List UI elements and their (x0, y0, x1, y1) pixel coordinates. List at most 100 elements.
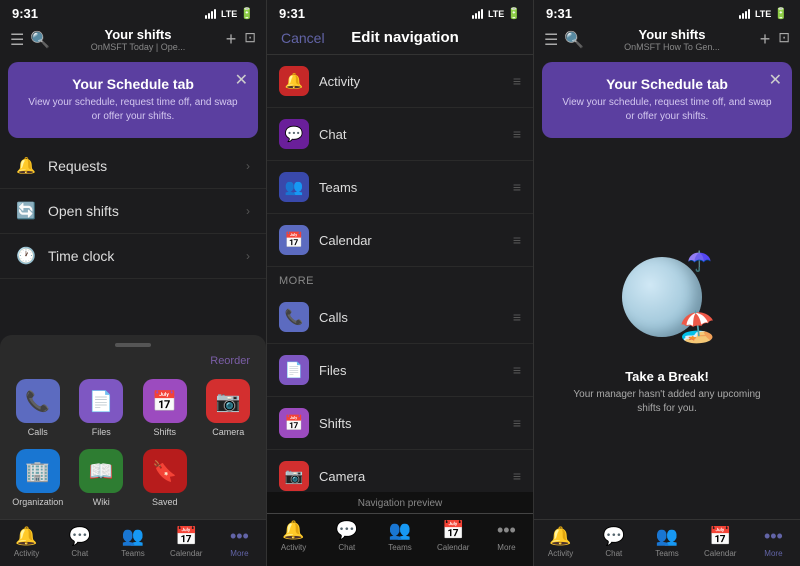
schedule-banner-1: ✕ Your Schedule tab View your schedule, … (8, 62, 258, 138)
preview-calendar-icon: 📅 (442, 520, 464, 541)
status-icons-3: LTE 🔋 (739, 7, 788, 20)
umbrella-icon: ☂️ (687, 249, 712, 274)
beach-chair-icon: 🏖️ (679, 310, 716, 345)
teams-icon-box: 👥 (279, 172, 309, 202)
title-area-3: Your shifts OnMSFT How To Gen... (590, 27, 753, 52)
screen-1: 9:31 LTE 🔋 ☰ 🔍 Your shifts OnMSFT Today … (0, 0, 267, 566)
camera-icon-box-2: 📷 (279, 461, 309, 491)
files-edit-label: Files (319, 363, 503, 378)
chat-drag[interactable]: ≡ (513, 126, 521, 142)
nav-edit-list: 🔔 Activity ≡ 💬 Chat ≡ 👥 Teams ≡ 📅 Calend… (267, 55, 533, 492)
more-section-label: MORE (267, 267, 533, 291)
menu-item-open-shifts[interactable]: 🔄 Open shifts › (0, 189, 266, 234)
nav-edit-files[interactable]: 📄 Files ≡ (267, 344, 533, 397)
edit-nav-header: Cancel Edit navigation Done (267, 23, 533, 55)
nav-calendar-3[interactable]: 📅 Calendar (694, 526, 747, 558)
screen-3: 9:31 LTE 🔋 ☰ 🔍 Your shifts OnMSFT How To… (534, 0, 800, 566)
nav-edit-chat[interactable]: 💬 Chat ≡ (267, 108, 533, 161)
app-item-shifts[interactable]: 📅 Shifts (139, 379, 191, 437)
app-item-camera[interactable]: 📷 Camera (203, 379, 255, 437)
add-button-3[interactable]: + (760, 29, 771, 50)
app-header-1: ☰ 🔍 Your shifts OnMSFT Today | Ope... + … (0, 23, 266, 56)
app-item-wiki[interactable]: 📖 Wiki (76, 449, 128, 507)
files-label: Files (92, 427, 111, 437)
banner-close-1[interactable]: ✕ (235, 70, 248, 90)
reorder-link-1[interactable]: Reorder (16, 355, 250, 367)
nav-edit-shifts[interactable]: 📅 Shifts ≡ (267, 397, 533, 450)
lte-badge: LTE (221, 9, 237, 19)
battery-icon-3: 🔋 (774, 7, 788, 20)
add-button-1[interactable]: + (226, 29, 237, 50)
saved-label: Saved (152, 497, 178, 507)
shifts-drag[interactable]: ≡ (513, 415, 521, 431)
app-item-saved[interactable]: 🔖 Saved (139, 449, 191, 507)
calendar-drag[interactable]: ≡ (513, 232, 521, 248)
nav-edit-calls[interactable]: 📞 Calls ≡ (267, 291, 533, 344)
vacation-section: 🏖️ ☂️ Take a Break! Your manager hasn't … (534, 144, 800, 519)
search-icon-1[interactable]: 🔍 (30, 30, 50, 50)
nav-edit-calendar[interactable]: 📅 Calendar ≡ (267, 214, 533, 267)
activity-icon-box: 🔔 (279, 66, 309, 96)
open-shifts-label: Open shifts (48, 203, 234, 219)
title-area-1: Your shifts OnMSFT Today | Ope... (56, 27, 219, 52)
search-icon-3[interactable]: 🔍 (564, 30, 584, 50)
open-shifts-icon: 🔄 (16, 201, 36, 221)
edit-button-1[interactable]: ⊡ (244, 29, 256, 50)
nav-edit-camera[interactable]: 📷 Camera ≡ (267, 450, 533, 492)
done-button[interactable]: Done (486, 30, 519, 46)
banner-title-3: Your Schedule tab (558, 76, 776, 92)
drag-handle-1[interactable] (115, 343, 151, 347)
nav-chat-3[interactable]: 💬 Chat (587, 526, 640, 558)
battery-icon: 🔋 (240, 7, 254, 20)
teams-drag[interactable]: ≡ (513, 179, 521, 195)
status-bar-1: 9:31 LTE 🔋 (0, 0, 266, 23)
nav-teams-3[interactable]: 👥 Teams (640, 526, 693, 558)
nav-activity-1[interactable]: 🔔 Activity (0, 526, 53, 558)
time-clock-icon: 🕐 (16, 246, 36, 266)
nav-activity-3[interactable]: 🔔 Activity (534, 526, 587, 558)
status-bar-3: 9:31 LTE 🔋 (534, 0, 800, 23)
activity-drag[interactable]: ≡ (513, 73, 521, 89)
preview-calendar: 📅 Calendar (427, 520, 480, 552)
calls-drag[interactable]: ≡ (513, 309, 521, 325)
files-drag[interactable]: ≡ (513, 362, 521, 378)
status-bar-2: 9:31 LTE 🔋 (267, 0, 533, 23)
nav-chat-1[interactable]: 💬 Chat (53, 526, 106, 558)
calls-icon-box-2: 📞 (279, 302, 309, 332)
camera-drag[interactable]: ≡ (513, 468, 521, 484)
app-item-calls[interactable]: 📞 Calls (12, 379, 64, 437)
edit-nav-title: Edit navigation (351, 29, 459, 46)
header-title-3: Your shifts (590, 27, 753, 42)
app-item-org[interactable]: 🏢 Organization (12, 449, 64, 507)
nav-teams-1[interactable]: 👥 Teams (106, 526, 159, 558)
shifts-icon-box-2: 📅 (279, 408, 309, 438)
shifts-label: Shifts (153, 427, 176, 437)
cancel-button[interactable]: Cancel (281, 30, 325, 46)
banner-close-3[interactable]: ✕ (769, 70, 782, 90)
nav-edit-activity[interactable]: 🔔 Activity ≡ (267, 55, 533, 108)
nav-chat-label-1: Chat (71, 549, 88, 558)
nav-chat-icon-3: 💬 (603, 526, 625, 547)
preview-more: ••• More (480, 520, 533, 552)
no-shifts-text: Your manager hasn't added any upcoming s… (550, 388, 784, 416)
files-icon-box-2: 📄 (279, 355, 309, 385)
nav-more-3[interactable]: ••• More (747, 526, 800, 558)
teams-edit-label: Teams (319, 180, 503, 195)
nav-more-label-1: More (230, 549, 248, 558)
nav-calendar-label-3: Calendar (704, 549, 736, 558)
edit-button-3[interactable]: ⊡ (778, 29, 790, 50)
preview-activity: 🔔 Activity (267, 520, 320, 552)
nav-calendar-1[interactable]: 📅 Calendar (160, 526, 213, 558)
header-actions-3: + ⊡ (760, 29, 790, 50)
menu-item-requests[interactable]: 🔔 Requests › (0, 144, 266, 189)
hamburger-icon-3[interactable]: ☰ (544, 30, 558, 50)
calls-label: Calls (28, 427, 48, 437)
banner-desc-3: View your schedule, request time off, an… (558, 96, 776, 124)
app-item-files[interactable]: 📄 Files (76, 379, 128, 437)
menu-item-time-clock[interactable]: 🕐 Time clock › (0, 234, 266, 279)
nav-more-1[interactable]: ••• More (213, 526, 266, 558)
requests-icon: 🔔 (16, 156, 36, 176)
hamburger-icon-1[interactable]: ☰ (10, 30, 24, 50)
nav-edit-teams[interactable]: 👥 Teams ≡ (267, 161, 533, 214)
saved-icon-box: 🔖 (143, 449, 187, 493)
